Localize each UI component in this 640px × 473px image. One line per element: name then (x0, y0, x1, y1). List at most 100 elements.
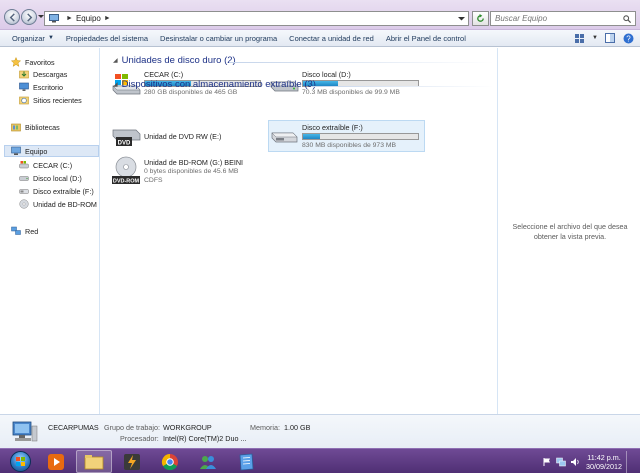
nav-desktop-label: Escritorio (33, 82, 63, 92)
back-button[interactable] (4, 9, 20, 25)
taskbar-explorer[interactable] (76, 450, 112, 473)
view-controls: ▼ ? (574, 32, 634, 44)
view-dropdown-button[interactable]: ▼ (592, 32, 598, 44)
drive-dvd[interactable]: DVD Unidad de DVD RW (E:) (111, 122, 263, 152)
drive-f-name: Disco extraíble (F:) (302, 123, 363, 132)
recent-places-icon (19, 96, 29, 105)
nav-favorites[interactable]: Favoritos (11, 56, 55, 68)
map-network-drive-button[interactable]: Conectar a unidad de red (283, 34, 380, 43)
chevron-down-icon: ▼ (47, 35, 54, 41)
address-bar-area: ► Equipo ► (0, 0, 640, 30)
taskbar-messenger[interactable] (190, 450, 226, 473)
flag-icon[interactable] (542, 457, 552, 467)
view-options-button[interactable] (574, 32, 586, 44)
help-icon: ? (623, 33, 633, 43)
forward-button[interactable] (21, 9, 37, 25)
clock[interactable]: 11:42 p.m. 30/09/2012 (586, 453, 622, 471)
drive-f-usage-fill (303, 134, 321, 139)
nav-computer-label: Equipo (25, 146, 48, 156)
nav-drive-d-label: Disco local (D:) (33, 173, 82, 183)
nav-favorites-label: Favoritos (25, 57, 55, 67)
windows-logo-icon (9, 451, 31, 472)
search-input[interactable] (495, 14, 615, 23)
memory-label: Memoria: (250, 423, 280, 432)
nav-downloads[interactable]: Descargas (19, 68, 67, 80)
preview-message: Seleccione el archivo del que desea obte… (512, 222, 628, 241)
lightning-icon (124, 453, 140, 470)
nav-libraries[interactable]: Bibliotecas (11, 121, 60, 133)
nav-drive-f-label: Disco extraíble (F:) (33, 186, 94, 196)
preview-pane-button[interactable] (604, 32, 616, 44)
details-pane: CECARPUMAS Grupo de trabajo: WORKGROUP M… (0, 414, 640, 448)
start-button[interactable] (4, 450, 36, 473)
chevron-down-icon[interactable] (458, 15, 465, 22)
show-desktop-button[interactable] (626, 451, 634, 473)
breadcrumb-separator[interactable]: ► (104, 15, 111, 22)
group-header-removable[interactable]: ◢ Dispositivos con almacenamiento extraí… (113, 79, 316, 90)
drive-f-free-space: 830 MB disponibles de 973 MB (302, 142, 397, 149)
nav-network[interactable]: Red (11, 225, 38, 237)
notebook-icon (239, 453, 254, 470)
nav-libraries-label: Bibliotecas (25, 122, 60, 132)
breadcrumb-equipo[interactable]: Equipo (76, 14, 101, 23)
preview-pane: Seleccione el archivo del que desea obte… (497, 48, 640, 414)
nav-drive-c[interactable]: CECAR (C:) (19, 159, 72, 171)
search-icon[interactable] (623, 15, 631, 23)
refresh-icon (477, 14, 484, 22)
workgroup-value: WORKGROUP (163, 423, 212, 432)
downloads-folder-icon (19, 70, 29, 79)
nav-downloads-label: Descargas (33, 69, 68, 79)
group-header-hard-disks-label: Unidades de disco duro (2) (121, 55, 236, 66)
search-box[interactable] (490, 11, 636, 26)
help-button[interactable]: ? (622, 32, 634, 44)
command-bar: Organizar ▼ Propiedades del sistema Desin… (0, 30, 640, 47)
view-grid-icon (575, 33, 584, 43)
open-control-panel-button[interactable]: Abrir el Panel de control (380, 34, 472, 43)
nav-drive-f[interactable]: Disco extraíble (F:) (19, 185, 94, 197)
nav-computer[interactable]: Equipo (4, 145, 99, 157)
windows-drive-icon (19, 161, 29, 169)
taskbar-notebook[interactable] (228, 450, 264, 473)
collapse-triangle-icon[interactable]: ◢ (113, 81, 118, 88)
refresh-button[interactable] (472, 11, 489, 26)
system-properties-button[interactable]: Propiedades del sistema (60, 34, 154, 43)
drive-bd-filesystem: CDFS (144, 177, 163, 184)
breadcrumb-separator[interactable]: ► (66, 15, 73, 22)
drive-d-free-space: 70.3 MB disponibles de 99.9 MB (302, 89, 400, 96)
svg-text:?: ? (626, 34, 631, 43)
organize-button[interactable]: Organizar ▼ (6, 34, 60, 43)
drive-c-name: CECAR (C:) (144, 70, 184, 79)
taskbar-chrome[interactable] (152, 450, 188, 473)
processor-value: Intel(R) Core(TM)2 Duo ... (163, 434, 247, 443)
taskbar-winamp[interactable] (114, 450, 150, 473)
workgroup-label: Grupo de trabajo: (104, 423, 160, 432)
nav-desktop[interactable]: Escritorio (19, 81, 63, 93)
uninstall-program-button[interactable]: Desinstalar o cambiar un programa (154, 34, 283, 43)
drive-f[interactable]: Disco extraíble (F:) 830 MB disponibles … (268, 120, 425, 152)
nav-recent-places[interactable]: Sitios recientes (19, 94, 82, 106)
collapse-triangle-icon[interactable]: ◢ (113, 57, 118, 64)
processor-label: Procesador: (120, 434, 159, 443)
arrow-right-icon (26, 12, 32, 22)
dvd-rom-icon: DVD-ROM (112, 156, 140, 185)
dvd-drive-icon: DVD (112, 129, 141, 147)
disc-icon (19, 199, 29, 209)
drive-bd[interactable]: DVD-ROM Unidad de BD-ROM (G:) BEINI 0 by… (111, 154, 271, 190)
network-tray-icon[interactable] (556, 457, 566, 467)
taskbar-media-player[interactable] (38, 450, 74, 473)
hard-drive-icon (19, 176, 29, 181)
preview-pane-icon (605, 33, 615, 43)
system-tray: 11:42 p.m. 30/09/2012 (542, 451, 634, 473)
chrome-icon (161, 453, 178, 470)
arrow-left-icon (9, 12, 15, 22)
nav-recent-label: Sitios recientes (33, 95, 82, 105)
navigation-pane: Favoritos Descargas Escritorio Sitios re… (0, 48, 100, 414)
drive-bd-free-space: 0 bytes disponibles de 45.6 MB (144, 168, 239, 175)
group-header-hard-disks[interactable]: ◢ Unidades de disco duro (2) (113, 55, 236, 66)
drive-bd-name: Unidad de BD-ROM (G:) BEINI (144, 158, 244, 167)
volume-icon[interactable] (570, 457, 580, 467)
nav-drive-bd[interactable]: Unidad de BD-ROM (19, 198, 97, 210)
address-field[interactable]: ► Equipo ► (44, 11, 469, 26)
drive-c-free-space: 280 GB disponibles de 465 GB (144, 89, 238, 96)
nav-drive-d[interactable]: Disco local (D:) (19, 172, 82, 184)
